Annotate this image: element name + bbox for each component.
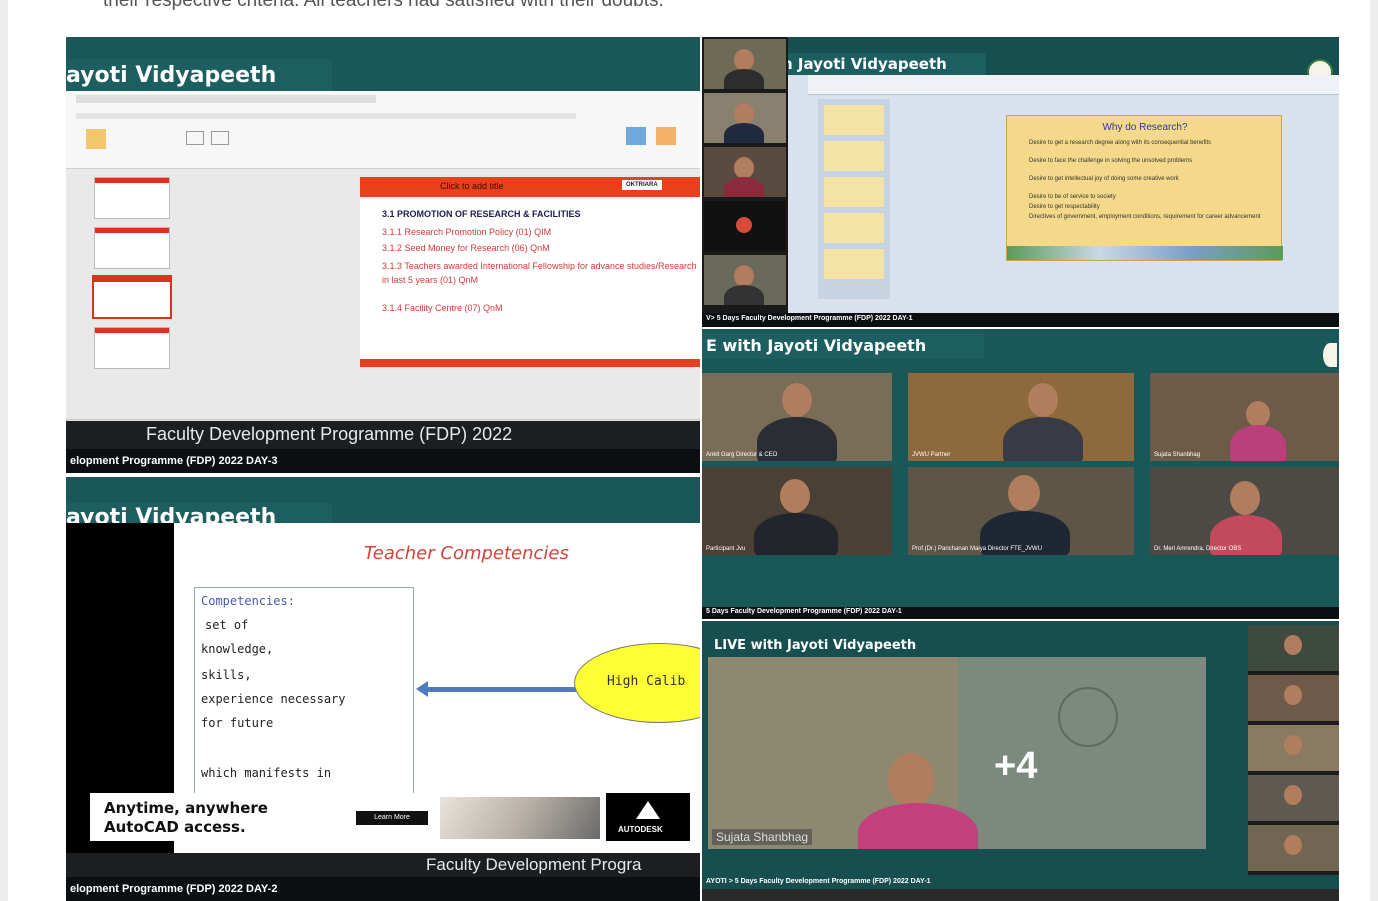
slide-heading: 3.1 PROMOTION OF RESEARCH & FACILITIES	[382, 209, 581, 219]
shared-screen: Why do Research? Desire to get a researc…	[788, 75, 1339, 313]
ppt-ribbon	[66, 91, 700, 169]
participant-video[interactable]: Sujata Shanbhag	[1150, 373, 1339, 461]
participant-video[interactable]	[704, 93, 786, 143]
participant-video[interactable]	[1248, 675, 1339, 721]
participant-video[interactable]	[704, 147, 786, 197]
slide-item: 3.1.2 Seed Money for Research (06) QnM	[382, 243, 550, 253]
tile4-ticker: elopment Programme (FDP) 2022 DAY-2	[66, 877, 700, 901]
post-caption: their respective criteria. All teachers …	[103, 0, 664, 11]
more-photos-overlay[interactable]: +4	[994, 745, 1037, 788]
autocad-ad[interactable]: Anytime, anywhere AutoCAD access. Learn …	[90, 793, 690, 841]
participant-video[interactable]	[1248, 825, 1339, 871]
slide-panel	[818, 99, 890, 299]
box-line: knowledge,	[201, 642, 274, 656]
tile1-ticker: elopment Programme (FDP) 2022 DAY-3	[66, 449, 700, 473]
slide-title: Teacher Competencies	[364, 543, 569, 564]
tile3-banner: E with Jayoti Vidyapeeth	[702, 333, 984, 359]
tile2-banner: h Jayoti Vidyapeeth	[780, 53, 986, 75]
participant-video[interactable]: Dr. Meri Amrendra, Director OBS	[1150, 467, 1339, 555]
participant-name: Dr. Meri Amrendra, Director OBS	[1154, 546, 1242, 552]
slide-canvas: Click to add title OKTRIARA 3.1 PROMOTIO…	[360, 177, 700, 367]
tile5-banner: LIVE with Jayoti Vidyapeeth	[714, 638, 917, 653]
tile4-footer: Faculty Development Progra	[66, 853, 700, 877]
slide-thumbnail[interactable]	[94, 227, 170, 269]
participant-video[interactable]	[1248, 775, 1339, 821]
participant-video[interactable]	[704, 201, 786, 251]
slide-title-placeholder: Click to add title	[440, 181, 504, 191]
slide-bullet: Desire to be of service to society	[1029, 194, 1116, 200]
speaker-video[interactable]: Sujata Shanbhag	[708, 657, 1206, 849]
box-line: Competencies:	[201, 594, 295, 608]
arrow-head	[416, 681, 428, 697]
post-card: their respective criteria. All teachers …	[8, 0, 1370, 901]
video-sidebar	[702, 37, 788, 327]
participant-video[interactable]	[704, 39, 786, 89]
participant-video[interactable]: Ankit Garg Director & CEO	[702, 373, 892, 461]
box-line: which manifests in	[201, 766, 332, 780]
autodesk-a-icon	[636, 801, 660, 819]
high-caliber-bubble: High Calib	[574, 643, 700, 723]
slide-bullet: Desire to get intellectual joy of doing …	[1029, 176, 1179, 182]
logo-badge: OKTRIARA	[622, 180, 662, 190]
photo-tile-5[interactable]: LIVE with Jayoti Vidyapeeth Sujata Shanb…	[702, 621, 1339, 901]
slide-bullet: Desire to face the challenge in solving …	[1029, 158, 1193, 164]
participant-name: Participant Jvu	[706, 546, 746, 552]
tile1-footer: Faculty Development Programme (FDP) 2022	[66, 421, 700, 449]
tile5-ticker: AYOTI > 5 Days Faculty Development Progr…	[706, 878, 931, 885]
box-line: skills,	[201, 668, 252, 682]
powerpoint-window: Click to add title OKTRIARA 3.1 PROMOTIO…	[66, 91, 700, 431]
bubble-text: High Calib	[607, 674, 686, 689]
ad-brand-text: AUTODESK	[618, 825, 663, 834]
slide-item: 3.1.3 Teachers awarded International Fel…	[382, 261, 697, 285]
photo-tile-4[interactable]: ayoti Vidyapeeth Teacher Competencies Co…	[66, 477, 700, 901]
participant-name: Ankit Garg Director & CEO	[706, 452, 778, 458]
participant-video[interactable]	[1248, 725, 1339, 771]
slide-thumbnail-selected[interactable]	[92, 275, 172, 319]
participant-video[interactable]	[1248, 625, 1339, 671]
slide-thumbnail[interactable]	[94, 327, 170, 369]
speaker-name: Sujata Shanbhag	[712, 829, 813, 845]
logo-emblem	[1323, 343, 1337, 367]
slide-title: Why do Research?	[1102, 122, 1188, 133]
slide-bullet: Desire to get respectability	[1029, 204, 1100, 210]
autodesk-logo: AUTODESK	[606, 793, 690, 841]
tile1-banner: ayoti Vidyapeeth	[66, 59, 332, 91]
laptop-image	[440, 797, 600, 839]
page: their respective criteria. All teachers …	[0, 0, 1378, 901]
competency-box: Competencies: set of knowledge, skills, …	[194, 587, 414, 797]
meeting-controls	[702, 889, 1339, 901]
participant-video[interactable]: Prof.(Dr.) Panchanan Maiya Director FTE_…	[908, 467, 1134, 555]
photo-tile-3[interactable]: E with Jayoti Vidyapeeth Ankit Garg Dire…	[702, 329, 1339, 619]
ad-line-1: Anytime, anywhere	[104, 799, 268, 817]
participant-video[interactable]: Participant Jvu	[702, 467, 892, 555]
slide-thumbnail[interactable]	[94, 177, 170, 219]
box-line: for future	[201, 716, 274, 730]
photo-tile-2[interactable]: h Jayoti Vidyapeeth Why do Research? Des…	[702, 37, 1339, 327]
box-line: set of	[205, 618, 249, 632]
slide-bullet: Directives of government, employment con…	[1029, 214, 1261, 220]
slide-item: 3.1.1 Research Promotion Policy (01) QIM	[382, 227, 552, 237]
participant-name: JVWU Partner	[912, 452, 951, 458]
learn-more-button[interactable]: Learn More	[356, 811, 428, 825]
video-sidebar	[1248, 625, 1339, 875]
slide-canvas: Why do Research? Desire to get a researc…	[1006, 115, 1283, 261]
wall-emblem	[1058, 687, 1118, 747]
arrow-left	[426, 687, 576, 692]
slide-title-bar: Click to add title OKTRIARA	[360, 177, 700, 197]
slide-item: 3.1.4 Facility Centre (07) QnM	[382, 303, 503, 313]
tile3-ticker: 5 Days Faculty Development Programme (FD…	[702, 607, 1339, 619]
participant-video[interactable]	[704, 255, 786, 305]
tile2-ticker: V> 5 Days Faculty Development Programme …	[702, 313, 1339, 327]
ad-line-2: AutoCAD access.	[104, 818, 246, 836]
participant-video[interactable]: JVWU Partner	[908, 373, 1134, 461]
participant-name: Sujata Shanbhag	[1154, 452, 1201, 458]
photo-tile-1[interactable]: ayoti Vidyapeeth Click to add title OKTR…	[66, 37, 700, 473]
participant-name: Prof.(Dr.) Panchanan Maiya Director FTE_…	[912, 546, 1043, 552]
slide-bullet: Desire to get a research degree along wi…	[1029, 140, 1212, 146]
box-line: experience necessary	[201, 692, 346, 706]
